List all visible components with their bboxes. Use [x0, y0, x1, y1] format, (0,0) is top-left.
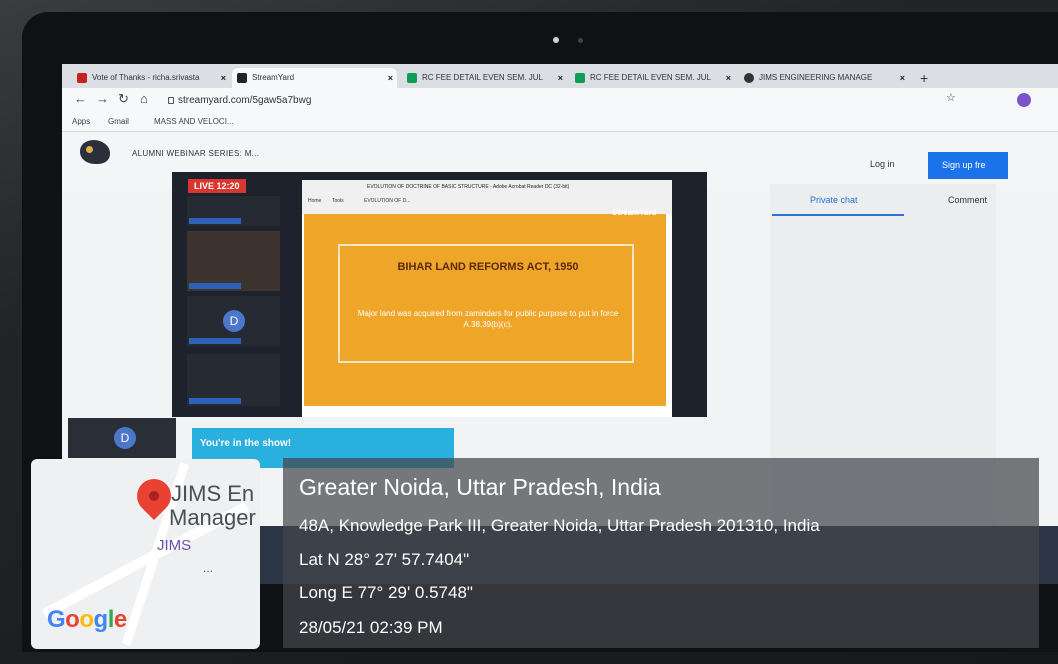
tab-rc-fee-1[interactable]: RC FEE DETAIL EVEN SEM. JUL × [402, 68, 567, 88]
lock-icon [168, 97, 174, 104]
bookmarks-bar: Apps Gmail MASS AND VELOCI... [62, 112, 1058, 132]
geotag-address: 48A, Knowledge Park III, Greater Noida, … [299, 516, 820, 535]
slide-frame: BIHAR LAND REFORMS ACT, 1950 Major land … [338, 244, 634, 363]
close-icon[interactable]: × [221, 68, 226, 88]
name-tag [189, 338, 241, 344]
close-icon[interactable]: × [726, 68, 731, 88]
participant-tile[interactable] [187, 196, 280, 226]
live-badge: LIVE 12:20 [188, 179, 246, 193]
participant-tile[interactable] [187, 231, 280, 291]
tab-vote-of-thanks[interactable]: Vote of Thanks - richa.srivasta × [72, 68, 230, 88]
streamyard-icon [237, 73, 247, 83]
home-icon[interactable]: ⌂ [140, 91, 148, 106]
geotag-latitude: Lat N 28° 27' 57.7404" [299, 550, 470, 569]
presentation-slide: BIHAR LAND REFORMS ACT, 1950 Major land … [304, 214, 666, 406]
close-icon[interactable]: × [558, 68, 563, 88]
name-tag [189, 283, 241, 289]
participant-tile[interactable]: D [187, 296, 280, 346]
reload-icon[interactable]: ↻ [118, 91, 129, 107]
bookmark-gmail[interactable]: Gmail [108, 117, 129, 126]
avatar: D [223, 310, 245, 332]
name-tag [189, 218, 241, 224]
address-bar[interactable]: streamyard.com/5gaw5a7bwg [164, 92, 924, 109]
map-place-label: Manager [169, 505, 256, 530]
self-view-tile[interactable]: D [68, 418, 176, 458]
browser-toolbar: ← → ↻ ⌂ streamyard.com/5gaw5a7bwg ☆ [62, 88, 1058, 112]
tab-rc-fee-2[interactable]: RC FEE DETAIL EVEN SEM. JUL × [570, 68, 735, 88]
tab-jims[interactable]: JIMS ENGINEERING MANAGE × [739, 68, 909, 88]
globe-icon [744, 73, 754, 83]
streamyard-logo-icon [80, 140, 110, 164]
bookmark-apps[interactable]: Apps [72, 117, 90, 126]
webcam-sensor [578, 38, 583, 43]
sheets-icon [575, 73, 585, 83]
webcam [553, 37, 559, 43]
map-place-label: JIMS En [171, 481, 255, 506]
close-icon[interactable]: × [900, 68, 905, 88]
tab-private-chat[interactable]: Private chat [810, 195, 858, 205]
bookmark-mass-velocity[interactable]: MASS AND VELOCI... [154, 117, 234, 126]
back-icon[interactable]: ← [74, 91, 87, 106]
signup-button[interactable]: Sign up fre [928, 152, 1008, 179]
geotag-longitude: Long E 77° 29' 0.5748" [299, 583, 473, 602]
map-thumbnail: JIMS En Manager JIMS ... Google [31, 459, 260, 649]
geotag-overlay: Greater Noida, Uttar Pradesh, India 48A,… [283, 458, 1039, 648]
forward-icon[interactable]: → [96, 91, 109, 106]
active-tab-indicator [772, 214, 904, 216]
google-logo: Google [47, 606, 127, 633]
map-place-short: JIMS [157, 537, 192, 554]
slide-title: BIHAR LAND REFORMS ACT, 1950 [397, 261, 579, 273]
tab-streamyard[interactable]: StreamYard × [232, 68, 397, 88]
sheets-icon [407, 73, 417, 83]
new-tab-button[interactable]: + [914, 68, 938, 88]
browser-tab-bar: Vote of Thanks - richa.srivasta × Stream… [62, 64, 1058, 88]
close-icon[interactable]: × [388, 68, 393, 88]
geotag-datetime: 28/05/21 02:39 PM [299, 618, 443, 637]
star-icon[interactable]: ☆ [946, 91, 956, 104]
watermark: StreamYard [612, 208, 657, 217]
geotag-city: Greater Noida, Uttar Pradesh, India [299, 474, 661, 500]
tab-comments[interactable]: Comment [948, 195, 987, 205]
name-tag [189, 398, 241, 404]
shared-screen: EVOLUTION OF DOCTRINE OF BASIC STRUCTURE… [302, 180, 672, 417]
gmail-icon [77, 73, 87, 83]
broadcast-title: ALUMNI WEBINAR SERIES: M... [132, 149, 260, 158]
slide-body: Major land was acquired from zamindars f… [357, 309, 619, 329]
more-icon: ... [203, 561, 214, 575]
participant-tile[interactable] [187, 354, 280, 406]
login-link[interactable]: Log in [870, 159, 895, 169]
avatar: D [114, 427, 136, 449]
avatar[interactable] [1017, 93, 1031, 107]
photo: Vote of Thanks - richa.srivasta × Stream… [0, 0, 1058, 664]
